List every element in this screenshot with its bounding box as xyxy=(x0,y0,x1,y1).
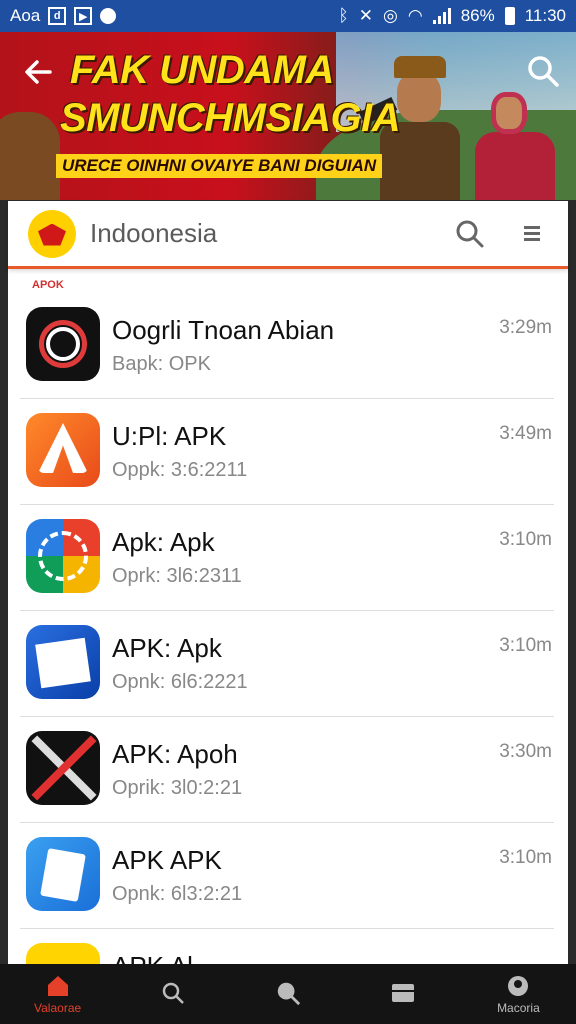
profile-icon xyxy=(505,973,531,999)
banner-title-line1: FAK UNDAMA xyxy=(70,48,334,92)
item-subtitle: Opnk: 6l3:2:21 xyxy=(112,883,243,905)
nav-library[interactable] xyxy=(346,964,461,1024)
item-time: 3:30m xyxy=(499,741,552,762)
mute-icon: ✕ xyxy=(358,6,373,25)
search-bar[interactable]: Indoonesia xyxy=(8,201,568,269)
item-time: 3:49m xyxy=(499,423,552,444)
battery-percent: 86% xyxy=(460,6,495,25)
bluetooth-icon: ᛒ xyxy=(338,6,349,25)
wayang-mask-image xyxy=(0,112,60,200)
section-label: APOK xyxy=(32,279,64,291)
item-title: APK: Apk xyxy=(112,633,222,663)
item-title: Oogrli Tnoan Abian xyxy=(112,315,335,345)
search-icon xyxy=(160,980,186,1006)
status-bar: Aoa d ▶ ᛒ ✕ ◎ ◠ 86% 11:30 xyxy=(0,0,576,32)
green-circle-icon xyxy=(26,519,100,593)
back-arrow-icon[interactable] xyxy=(20,54,56,90)
hero-banner: FAK UNDAMA SMUNCHMSIAGIA URECE OINHNI OV… xyxy=(0,32,576,200)
status-left-text: Aoa xyxy=(10,6,41,25)
app-list: Oogrli Tnoan Abian Bapk: OPK 3:29m U:Pl:… xyxy=(8,293,568,1024)
wifi-icon: ◠ xyxy=(407,6,423,25)
item-time: 3:10m xyxy=(499,529,552,550)
item-subtitle: Oppk: 3:6:2211 xyxy=(112,459,248,481)
banner-title-line2: SMUNCHMSIAGIA xyxy=(60,96,401,140)
item-title: Apk: Apk xyxy=(112,527,215,557)
list-item[interactable]: APK: Apk Opnk: 6l6:2221 3:10m xyxy=(20,611,554,717)
list-item[interactable]: APK: Apoh Oprik: 3l0:2:21 3:30m xyxy=(20,717,554,823)
nav-search[interactable] xyxy=(115,964,230,1024)
banner-search-icon[interactable] xyxy=(526,54,560,88)
bottom-nav: Valaorae Macoria xyxy=(0,964,576,1024)
sync-icon xyxy=(100,8,117,24)
message-icon: ▶ xyxy=(74,7,93,25)
clock: 11:30 xyxy=(524,6,566,25)
list-item[interactable]: Oogrli Tnoan Abian Bapk: OPK 3:29m xyxy=(20,293,554,399)
x-cross-icon xyxy=(26,731,100,805)
item-time: 3:10m xyxy=(499,847,552,868)
blue-card-icon xyxy=(26,625,100,699)
item-subtitle: Oprk: 3l6:2311 xyxy=(112,565,242,587)
item-title: U:Pl: APK xyxy=(112,421,227,451)
signal-icon xyxy=(432,8,451,24)
woman-figure-image xyxy=(475,92,555,200)
list-item[interactable]: APK APK Opnk: 6l3:2:21 3:10m xyxy=(20,823,554,929)
item-time: 3:29m xyxy=(499,317,552,338)
nav-home-label: Valaorae xyxy=(34,1001,82,1015)
nav-profile[interactable]: Macoria xyxy=(461,964,576,1024)
magnifier-icon xyxy=(275,980,301,1006)
black-ring-icon xyxy=(26,307,100,381)
folder-icon xyxy=(390,980,416,1006)
blue-doc-icon xyxy=(26,837,100,911)
nav-profile-label: Macoria xyxy=(497,1001,540,1015)
item-title: APK APK xyxy=(112,845,222,875)
notification-icon: d xyxy=(48,7,67,25)
menu-icon[interactable] xyxy=(516,218,548,250)
item-subtitle: Bapk: OPK xyxy=(112,353,211,375)
garuda-logo-icon xyxy=(28,209,76,258)
battery-icon xyxy=(504,7,515,25)
nav-home[interactable]: Valaorae xyxy=(0,964,115,1024)
item-subtitle: Oprik: 3l0:2:21 xyxy=(112,777,243,799)
location-icon: ◎ xyxy=(383,6,398,25)
item-subtitle: Opnk: 6l6:2221 xyxy=(112,671,248,693)
item-time: 3:10m xyxy=(499,635,552,656)
home-icon xyxy=(45,973,71,999)
nav-discover[interactable] xyxy=(230,964,345,1024)
list-item[interactable]: U:Pl: APK Oppk: 3:6:2211 3:49m xyxy=(20,399,554,505)
list-item[interactable]: Apk: Apk Oprk: 3l6:2311 3:10m xyxy=(20,505,554,611)
app-list-card: Indoonesia APOK Oogrli Tnoan Abian Bapk:… xyxy=(8,201,568,1017)
banner-subtitle: URECE OINHNI OVAIYE BANI DIGUIAN xyxy=(56,154,383,178)
search-icon[interactable] xyxy=(454,218,486,250)
search-input[interactable]: Indoonesia xyxy=(90,218,424,249)
orange-apk-icon xyxy=(26,413,100,487)
item-title: APK: Apoh xyxy=(112,739,238,769)
